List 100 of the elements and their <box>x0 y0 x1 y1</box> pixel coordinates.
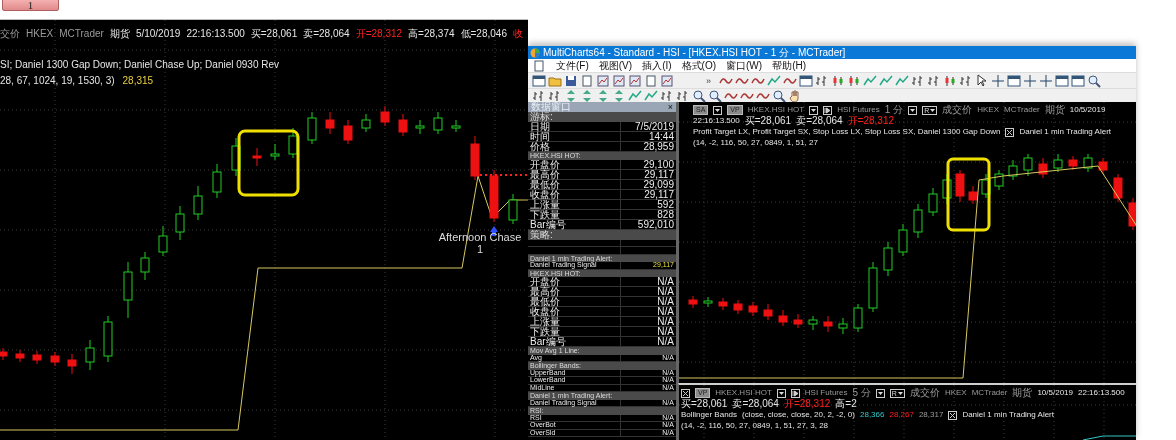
field-label: 开盘价 <box>529 277 560 286</box>
bar-chart-icon[interactable] <box>676 88 690 103</box>
window-icon[interactable] <box>1055 73 1069 88</box>
header-text: HKEX <box>944 388 967 398</box>
candlestick <box>489 169 499 223</box>
window-icon[interactable] <box>799 73 813 88</box>
line-chart-icon[interactable] <box>644 88 658 103</box>
candlestick <box>252 147 262 167</box>
header-text: HKEX <box>26 27 54 41</box>
toolbar-overflow[interactable]: » <box>706 75 711 86</box>
candlestick <box>85 339 95 371</box>
close-box-icon[interactable] <box>948 410 958 420</box>
candlestick <box>103 315 113 363</box>
candlestick <box>231 137 241 177</box>
field-label: Bar编号 <box>529 337 567 346</box>
header-text: HSI Futures <box>837 105 880 115</box>
play-box-icon[interactable] <box>790 388 800 398</box>
candlestick <box>140 251 150 281</box>
candlestick-icon[interactable] <box>847 73 861 88</box>
header-text: MCTrader <box>59 27 104 41</box>
header-text: 10/5/2019 <box>1037 388 1073 398</box>
candlestick <box>823 315 833 333</box>
header-text: 开=28,312 <box>847 116 895 126</box>
dropdown-button[interactable] <box>875 388 885 398</box>
field-label: 下跌量 <box>529 209 561 219</box>
header-text: MCTrader <box>1004 105 1040 115</box>
menu-item[interactable]: 视图(V) <box>598 58 633 73</box>
field-label: 最高价 <box>529 169 561 179</box>
dropdown-button[interactable] <box>776 388 786 398</box>
zoom-icon[interactable] <box>1087 73 1101 88</box>
candlestick <box>868 261 878 313</box>
line-chart-icon[interactable] <box>879 73 893 88</box>
hand-icon[interactable] <box>788 88 802 103</box>
window-icon[interactable] <box>532 73 546 88</box>
dropdown-button[interactable] <box>713 105 723 115</box>
header-text: MCTrader <box>971 388 1008 398</box>
header-text: 22:16:13.500 <box>186 27 245 41</box>
candlestick <box>193 185 203 221</box>
dropdown-button[interactable] <box>809 105 819 115</box>
line-chart-icon[interactable] <box>628 88 642 103</box>
field-label: 时间 <box>529 132 551 141</box>
play-box-icon[interactable] <box>823 105 833 115</box>
menu-item[interactable]: 窗口(W) <box>726 58 763 73</box>
menu-item[interactable]: 帮助(H) <box>772 58 807 73</box>
candlestick <box>1023 153 1033 177</box>
window-icon[interactable] <box>1007 73 1021 88</box>
window-icon[interactable] <box>1071 73 1085 88</box>
close-button[interactable]: × <box>667 102 673 112</box>
candlestick <box>361 113 371 133</box>
zoom-icon[interactable] <box>772 88 786 103</box>
header-text: 交价 <box>0 27 20 41</box>
candlestick <box>778 309 788 327</box>
field-value: N/A <box>619 317 676 326</box>
menu-item[interactable]: 格式(O) <box>681 58 717 73</box>
header-text: Profit Target LX, Profit Target SX, Stop Loss LX, Stop Loss SX, Daniel 1300 Gap Down <box>693 127 1001 137</box>
header-text: 期货 <box>1044 105 1065 115</box>
header-text: (14, -2, 116, 50, 27, 0849, 1, 51, 27 <box>693 138 818 148</box>
header-text: 卖=28,064 <box>303 27 350 41</box>
close-box-icon[interactable] <box>681 388 690 398</box>
candlestick-icon[interactable] <box>943 73 957 88</box>
field-value: 592 <box>619 199 676 209</box>
line-chart-icon[interactable] <box>895 73 909 88</box>
field-value: N/A <box>619 337 676 346</box>
close-box-icon[interactable] <box>1005 127 1015 137</box>
document-icon[interactable] <box>532 58 546 73</box>
candlestick <box>0 347 8 361</box>
candlestick <box>981 173 991 199</box>
marker-label: Afternoon Chase <box>438 231 522 243</box>
dropdown-button[interactable] <box>908 105 918 115</box>
field-value: 29,099 <box>619 179 676 189</box>
chart-icon[interactable] <box>612 73 626 88</box>
zoom-icon[interactable] <box>692 88 706 103</box>
document-icon[interactable] <box>644 73 658 88</box>
menu-item[interactable]: 插入(I) <box>642 58 672 73</box>
candlestick <box>703 296 713 308</box>
candlestick <box>50 351 60 367</box>
chart-icon[interactable] <box>596 73 610 88</box>
field-value: 14:44 <box>619 132 676 141</box>
zoom-icon[interactable] <box>708 88 722 103</box>
field-value: 29,100 <box>619 159 676 169</box>
candlestick <box>1008 159 1018 181</box>
header-text: 5 分 <box>852 388 871 398</box>
field-label: 最低价 <box>529 179 561 189</box>
candlestick <box>380 105 390 127</box>
header-text: 10/5/2019 <box>1069 105 1106 115</box>
section-header: 策略: <box>528 229 676 240</box>
candlestick <box>928 187 938 217</box>
line-chart-icon[interactable] <box>863 73 877 88</box>
candlestick-icon[interactable] <box>831 73 845 88</box>
header-text: 22:16:13.500 <box>1078 388 1125 398</box>
tab-button[interactable]: 1 <box>2 0 59 11</box>
caret-icon <box>877 391 883 395</box>
field-value: 7/5/2019 <box>619 122 676 131</box>
field-label: 上涨量 <box>529 199 561 209</box>
header-text: 买=28,061 <box>250 27 298 41</box>
chart-icon[interactable] <box>628 73 642 88</box>
menu-item[interactable]: 文件(F) <box>556 58 589 73</box>
header-text: HKEX <box>977 105 1000 115</box>
chart-icon[interactable] <box>660 73 674 88</box>
pointer-icon[interactable] <box>975 73 989 88</box>
